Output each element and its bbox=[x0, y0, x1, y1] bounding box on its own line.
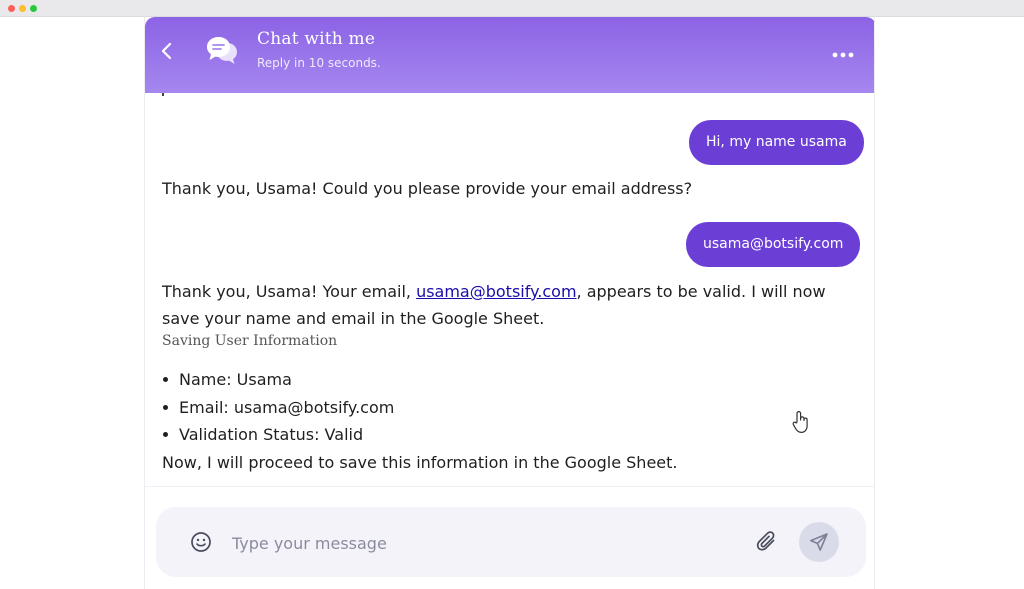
bot-message: Thank you, Usama! Could you please provi… bbox=[162, 179, 693, 198]
user-message: usama@botsify.com bbox=[686, 222, 861, 267]
user-message: Hi, my name usama bbox=[689, 120, 864, 165]
chat-avatar bbox=[205, 33, 239, 67]
message-composer bbox=[156, 507, 866, 577]
attach-button[interactable] bbox=[754, 529, 780, 555]
chevron-left-icon bbox=[161, 42, 172, 60]
back-button[interactable] bbox=[159, 41, 175, 61]
chat-subtitle: Reply in 10 seconds. bbox=[257, 56, 381, 70]
more-options-button[interactable] bbox=[831, 46, 855, 58]
hand-cursor-icon bbox=[791, 410, 811, 434]
paperclip-icon bbox=[756, 531, 775, 551]
bot-message: Thank you, Usama! Your email, usama@bots… bbox=[162, 278, 852, 332]
browser-titlebar bbox=[0, 0, 1024, 17]
list-item: Validation Status: Valid bbox=[162, 421, 394, 449]
emoji-button[interactable] bbox=[190, 531, 212, 553]
composer-divider bbox=[145, 486, 874, 487]
close-window-button[interactable] bbox=[8, 5, 15, 12]
list-item: Email: usama@botsify.com bbox=[162, 394, 394, 422]
clipped-previous-message bbox=[162, 93, 164, 96]
section-heading: Saving User Information bbox=[162, 333, 338, 349]
bot-message-text: Thank you, Usama! Your email, bbox=[162, 282, 417, 301]
message-list[interactable]: Hi, my name usama Thank you, Usama! Coul… bbox=[145, 93, 874, 505]
more-dots-icon bbox=[832, 52, 854, 58]
maximize-window-button[interactable] bbox=[30, 5, 37, 12]
send-button[interactable] bbox=[799, 522, 839, 562]
chat-widget: Chat with me Reply in 10 seconds. Hi, my… bbox=[144, 17, 875, 589]
message-input[interactable] bbox=[232, 528, 732, 558]
chat-header: Chat with me Reply in 10 seconds. bbox=[145, 17, 874, 93]
chat-bubbles-icon bbox=[207, 37, 237, 64]
user-info-list: Name: Usama Email: usama@botsify.com Val… bbox=[162, 366, 394, 449]
email-link[interactable]: usama@botsify.com bbox=[416, 282, 576, 301]
smiley-icon bbox=[191, 532, 211, 552]
minimize-window-button[interactable] bbox=[19, 5, 26, 12]
list-item: Name: Usama bbox=[162, 366, 394, 394]
chat-title: Chat with me bbox=[257, 29, 376, 49]
bot-message: Now, I will proceed to save this informa… bbox=[162, 453, 678, 472]
paper-plane-icon bbox=[810, 533, 828, 551]
